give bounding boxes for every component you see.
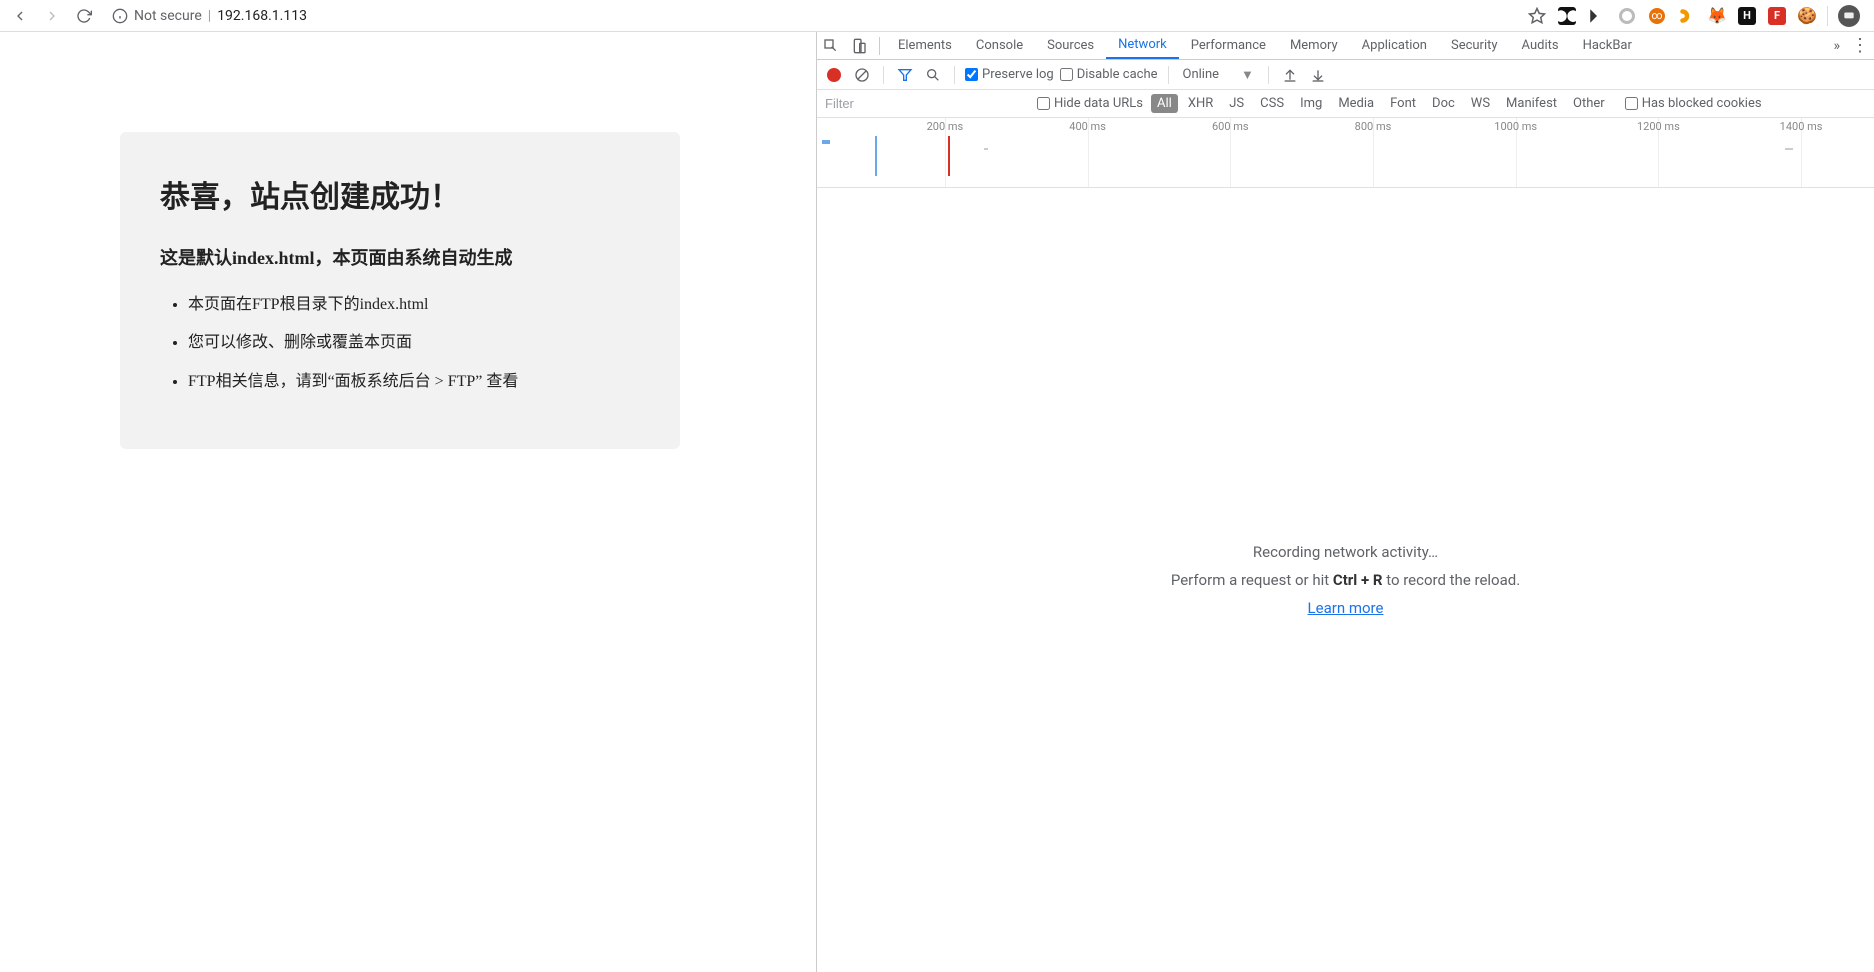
filter-type-xhr[interactable]: XHR	[1182, 94, 1219, 113]
tab-audits[interactable]: Audits	[1510, 32, 1571, 59]
filter-type-css[interactable]: CSS	[1254, 94, 1290, 113]
network-toolbar: Preserve log Disable cache Online ▼	[817, 60, 1874, 90]
address-bar[interactable]: Not secure | 192.168.1.113	[104, 2, 315, 30]
tab-memory[interactable]: Memory	[1278, 32, 1350, 59]
devtools-tabs: Elements Console Sources Network Perform…	[817, 32, 1874, 60]
timeline[interactable]: 200 ms 400 ms 600 ms 800 ms 1000 ms 1200…	[817, 118, 1874, 188]
throttle-select[interactable]: Online ▼	[1179, 67, 1258, 83]
profile-avatar[interactable]	[1838, 5, 1860, 27]
learn-more-link[interactable]: Learn more	[1308, 599, 1384, 617]
page-title: 恭喜，站点创建成功！	[160, 172, 640, 216]
info-icon	[112, 8, 128, 24]
timeline-mark: 1400 ms	[1780, 120, 1823, 133]
tab-performance[interactable]: Performance	[1179, 32, 1278, 59]
filter-toggle-icon[interactable]	[894, 64, 916, 86]
filter-type-font[interactable]: Font	[1384, 94, 1422, 113]
devtools-menu-icon[interactable]: ⋮	[1846, 32, 1874, 60]
timeline-marker	[875, 136, 877, 176]
network-empty-state: Recording network activity… Perform a re…	[817, 188, 1874, 972]
filter-type-media[interactable]: Media	[1332, 94, 1380, 113]
tab-sources[interactable]: Sources	[1035, 32, 1106, 59]
list-item: 本页面在FTP根目录下的index.html	[188, 294, 640, 316]
extension-icon[interactable]: F	[1767, 6, 1787, 26]
filter-row: Hide data URLs All XHR JS CSS Img Media …	[817, 90, 1874, 118]
clear-button[interactable]	[851, 64, 873, 86]
tab-hackbar[interactable]: HackBar	[1571, 32, 1644, 59]
filter-type-manifest[interactable]: Manifest	[1500, 94, 1563, 113]
device-icon[interactable]	[845, 32, 873, 60]
page-content: 恭喜，站点创建成功！ 这是默认index.html，本页面由系统自动生成 本页面…	[0, 32, 816, 972]
timeline-mark: 1200 ms	[1637, 120, 1680, 133]
recording-label: Recording network activity…	[1253, 543, 1438, 561]
hint-text: Perform a request or hit Ctrl + R to rec…	[1171, 571, 1520, 589]
extension-icon[interactable]	[1617, 6, 1637, 26]
page-subtitle: 这是默认index.html，本页面由系统自动生成	[160, 244, 640, 270]
filter-type-other[interactable]: Other	[1567, 94, 1611, 113]
timeline-mark: 400 ms	[1069, 120, 1106, 133]
blocked-cookies-checkbox[interactable]: Has blocked cookies	[1625, 96, 1762, 111]
inspect-icon[interactable]	[817, 32, 845, 60]
browser-toolbar: Not secure | 192.168.1.113 ⬤⬤ ∞ 🦊 H F 🍪	[0, 0, 1874, 32]
list-item: FTP相关信息，请到“面板系统后台 > FTP” 查看	[188, 371, 640, 393]
preserve-log-checkbox[interactable]: Preserve log	[965, 67, 1054, 82]
extension-icons: ⬤⬤ ∞ 🦊 H F 🍪	[1527, 5, 1866, 27]
filter-type-all[interactable]: All	[1151, 94, 1178, 113]
back-button[interactable]	[8, 4, 32, 28]
tab-security[interactable]: Security	[1439, 32, 1510, 59]
url-text: 192.168.1.113	[217, 8, 307, 24]
timeline-bar	[822, 140, 830, 144]
search-icon[interactable]	[922, 64, 944, 86]
download-har-icon[interactable]	[1307, 64, 1329, 86]
timeline-marker	[948, 136, 950, 176]
extension-icon[interactable]: H	[1737, 6, 1757, 26]
star-icon[interactable]	[1527, 6, 1547, 26]
tab-console[interactable]: Console	[964, 32, 1035, 59]
reload-button[interactable]	[72, 4, 96, 28]
extension-icon[interactable]: 🍪	[1797, 6, 1817, 26]
filter-type-img[interactable]: Img	[1294, 94, 1328, 113]
extension-icon[interactable]	[1587, 6, 1607, 26]
disable-cache-checkbox[interactable]: Disable cache	[1060, 67, 1158, 82]
devtools-panel: Elements Console Sources Network Perform…	[816, 32, 1874, 972]
info-list: 本页面在FTP根目录下的index.html 您可以修改、删除或覆盖本页面 FT…	[160, 294, 640, 393]
extension-icon[interactable]: ∞	[1647, 6, 1667, 26]
chevron-down-icon: ▼	[1241, 67, 1254, 83]
list-item: 您可以修改、删除或覆盖本页面	[188, 332, 640, 354]
more-tabs-icon[interactable]: »	[1827, 38, 1846, 54]
forward-button[interactable]	[40, 4, 64, 28]
filter-type-js[interactable]: JS	[1223, 94, 1250, 113]
timeline-mark: 800 ms	[1355, 120, 1392, 133]
timeline-mark: 600 ms	[1212, 120, 1249, 133]
timeline-bar	[984, 148, 988, 150]
tab-elements[interactable]: Elements	[886, 32, 964, 59]
hide-data-urls-checkbox[interactable]: Hide data URLs	[1037, 96, 1143, 111]
welcome-card: 恭喜，站点创建成功！ 这是默认index.html，本页面由系统自动生成 本页面…	[120, 132, 680, 449]
filter-type-ws[interactable]: WS	[1465, 94, 1496, 113]
tab-application[interactable]: Application	[1350, 32, 1439, 59]
filter-type-doc[interactable]: Doc	[1426, 94, 1461, 113]
extension-icon[interactable]: 🦊	[1707, 6, 1727, 26]
filter-input[interactable]	[817, 90, 1037, 117]
timeline-mark: 200 ms	[927, 120, 964, 133]
extension-icon[interactable]	[1677, 6, 1697, 26]
timeline-bar	[1785, 148, 1793, 150]
tab-network[interactable]: Network	[1106, 32, 1179, 59]
upload-har-icon[interactable]	[1279, 64, 1301, 86]
security-label: Not secure	[134, 8, 202, 24]
extension-icon[interactable]: ⬤⬤	[1557, 6, 1577, 26]
record-button[interactable]	[823, 64, 845, 86]
timeline-mark: 1000 ms	[1494, 120, 1537, 133]
